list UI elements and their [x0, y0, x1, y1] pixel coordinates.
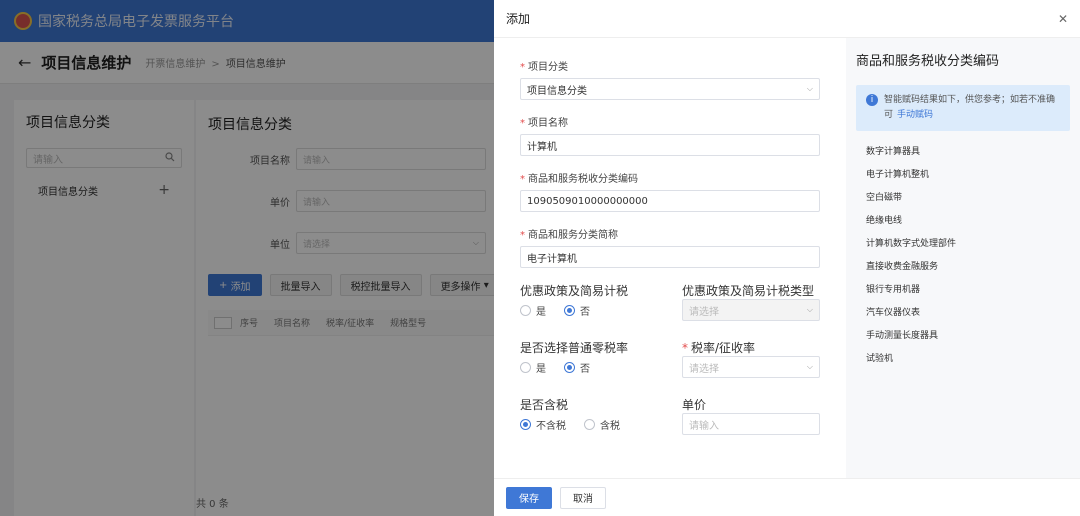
row-tax-included: 是否含税 不含税 含税 单价 请输入 [520, 396, 820, 435]
preferential-type-select: 请选择 ⌵ [682, 299, 820, 321]
list-item[interactable]: 直接收费金融服务 [856, 256, 1070, 279]
row-preferential: 优惠政策及简易计税 是 否 优惠政策及简易计税类型 请选择 ⌵ [520, 282, 820, 321]
field-label: 优惠政策及简易计税 [520, 284, 629, 298]
radio-dot [520, 361, 531, 373]
cancel-button[interactable]: 取消 [560, 486, 606, 509]
zero-rate-yes-radio[interactable]: 是 [520, 360, 546, 375]
field-label-text: 商品和服务税收分类编码 [528, 174, 638, 185]
drawer-footer: 保存 取消 [494, 478, 1080, 516]
field-name: * 项目名称 计算机 [520, 114, 820, 156]
field-short-name: * 商品和服务分类简称 电子计算机 [520, 226, 820, 268]
field-category: * 项目分类 项目信息分类 ⌵ [520, 58, 820, 100]
field-label-text: 商品和服务分类简称 [528, 230, 618, 241]
smart-code-tip: i 智能赋码结果如下，供您参考；如若不准确可 手动赋码 [856, 85, 1070, 131]
chevron-down-icon: ⌵ [806, 84, 813, 93]
preferential-no-radio[interactable]: 否 [564, 303, 590, 318]
code-suggestion-list: 数字计算器具 电子计算机整机 空白磁带 绝缘电线 计算机数字式处理部件 直接收费… [856, 141, 1070, 371]
field-zero-rate: 是否选择普通零税率 是 否 [520, 339, 658, 378]
placeholder-text: 请选择 [689, 306, 719, 318]
radio-label: 是 [536, 363, 546, 375]
list-item[interactable]: 电子计算机整机 [856, 164, 1070, 187]
add-item-drawer: 添加 ✕ * 项目分类 项目信息分类 ⌵ * 项目名称 计算机 * 商品和服务税收分类编… [494, 0, 1080, 516]
radio-dot [584, 418, 595, 430]
field-label: * 商品和服务税收分类编码 [520, 170, 820, 185]
select-value: 项目信息分类 [527, 85, 587, 97]
field-tax-rate: * 税率/征收率 请选择 ⌵ [682, 339, 820, 378]
field-label: * 商品和服务分类简称 [520, 226, 820, 241]
field-tax-code: * 商品和服务税收分类编码 1090509010000000000 [520, 170, 820, 212]
field-label: 是否含税 [520, 398, 569, 412]
zero-rate-no-radio[interactable]: 否 [564, 360, 590, 375]
radio-label: 否 [580, 363, 590, 375]
list-item[interactable]: 空白磁带 [856, 187, 1070, 210]
preferential-radio-group: 是 否 [520, 299, 658, 321]
list-item[interactable]: 汽车仪器仪表 [856, 302, 1070, 325]
field-label: * 项目名称 [520, 114, 820, 129]
tax-code-panel-title: 商品和服务税收分类编码 [856, 54, 1000, 69]
list-item[interactable]: 计算机数字式处理部件 [856, 233, 1070, 256]
tax-excluded-radio[interactable]: 不含税 [520, 417, 566, 432]
field-label-text: 项目分类 [528, 62, 568, 73]
field-label: 是否选择普通零税率 [520, 341, 629, 355]
chevron-down-icon: ⌵ [806, 305, 813, 314]
required-mark: * [682, 341, 688, 355]
save-button[interactable]: 保存 [506, 486, 552, 509]
tax-rate-select[interactable]: 请选择 ⌵ [682, 356, 820, 378]
item-form: * 项目分类 项目信息分类 ⌵ * 项目名称 计算机 * 商品和服务税收分类编码 109… [494, 38, 846, 478]
manual-code-link[interactable]: 手动赋码 [897, 110, 933, 120]
field-label-text: 税率/征收率 [691, 341, 756, 355]
preferential-yes-radio[interactable]: 是 [520, 303, 546, 318]
field-preferential-type: 优惠政策及简易计税类型 请选择 ⌵ [682, 282, 820, 321]
category-select[interactable]: 项目信息分类 ⌵ [520, 78, 820, 100]
required-mark: * [520, 174, 525, 185]
list-item[interactable]: 试验机 [856, 348, 1070, 371]
radio-dot-selected [564, 361, 575, 373]
row-zero-rate: 是否选择普通零税率 是 否 * 税率/征收率 请选择 ⌵ [520, 339, 820, 378]
close-icon[interactable]: ✕ [1058, 12, 1068, 26]
list-item[interactable]: 绝缘电线 [856, 210, 1070, 233]
input-value: 计算机 [527, 141, 557, 153]
field-label-text: 项目名称 [528, 118, 568, 129]
tax-code-input[interactable]: 1090509010000000000 [520, 190, 820, 212]
list-item[interactable]: 手动测量长度器具 [856, 325, 1070, 348]
radio-label: 是 [536, 306, 546, 318]
tip-text: 智能赋码结果如下，供您参考；如若不准确可 手动赋码 [884, 93, 1060, 123]
radio-dot-selected [564, 304, 575, 316]
radio-dot-selected [520, 418, 531, 430]
field-preferential: 优惠政策及简易计税 是 否 [520, 282, 658, 321]
input-value: 1090509010000000000 [527, 195, 648, 207]
tax-included-radio-group: 不含税 含税 [520, 413, 658, 435]
unit-price-input[interactable]: 请输入 [682, 413, 820, 435]
required-mark: * [520, 62, 525, 73]
radio-label: 不含税 [536, 420, 566, 432]
item-name-input[interactable]: 计算机 [520, 134, 820, 156]
tax-included-radio[interactable]: 含税 [584, 417, 620, 432]
placeholder-text: 请选择 [689, 363, 719, 375]
field-label: 优惠政策及简易计税类型 [682, 284, 815, 298]
radio-label: 否 [580, 306, 590, 318]
input-value: 电子计算机 [527, 253, 577, 265]
placeholder-text: 请输入 [689, 420, 719, 432]
tax-code-panel: 商品和服务税收分类编码 i 智能赋码结果如下，供您参考；如若不准确可 手动赋码 数… [846, 38, 1080, 478]
radio-dot [520, 304, 531, 316]
radio-label: 含税 [600, 420, 620, 432]
required-mark: * [520, 118, 525, 129]
field-unit-price: 单价 请输入 [682, 396, 820, 435]
drawer-header: 添加 ✕ [494, 0, 1080, 38]
short-name-input[interactable]: 电子计算机 [520, 246, 820, 268]
drawer-title: 添加 [506, 12, 531, 26]
field-label: * 税率/征收率 [682, 339, 820, 356]
zero-rate-radio-group: 是 否 [520, 356, 658, 378]
chevron-down-icon: ⌵ [806, 362, 813, 371]
field-label: * 项目分类 [520, 58, 820, 73]
list-item[interactable]: 银行专用机器 [856, 279, 1070, 302]
info-icon: i [866, 94, 878, 106]
required-mark: * [520, 230, 525, 241]
field-label: 单价 [682, 398, 707, 412]
field-tax-included: 是否含税 不含税 含税 [520, 396, 658, 435]
list-item[interactable]: 数字计算器具 [856, 141, 1070, 164]
